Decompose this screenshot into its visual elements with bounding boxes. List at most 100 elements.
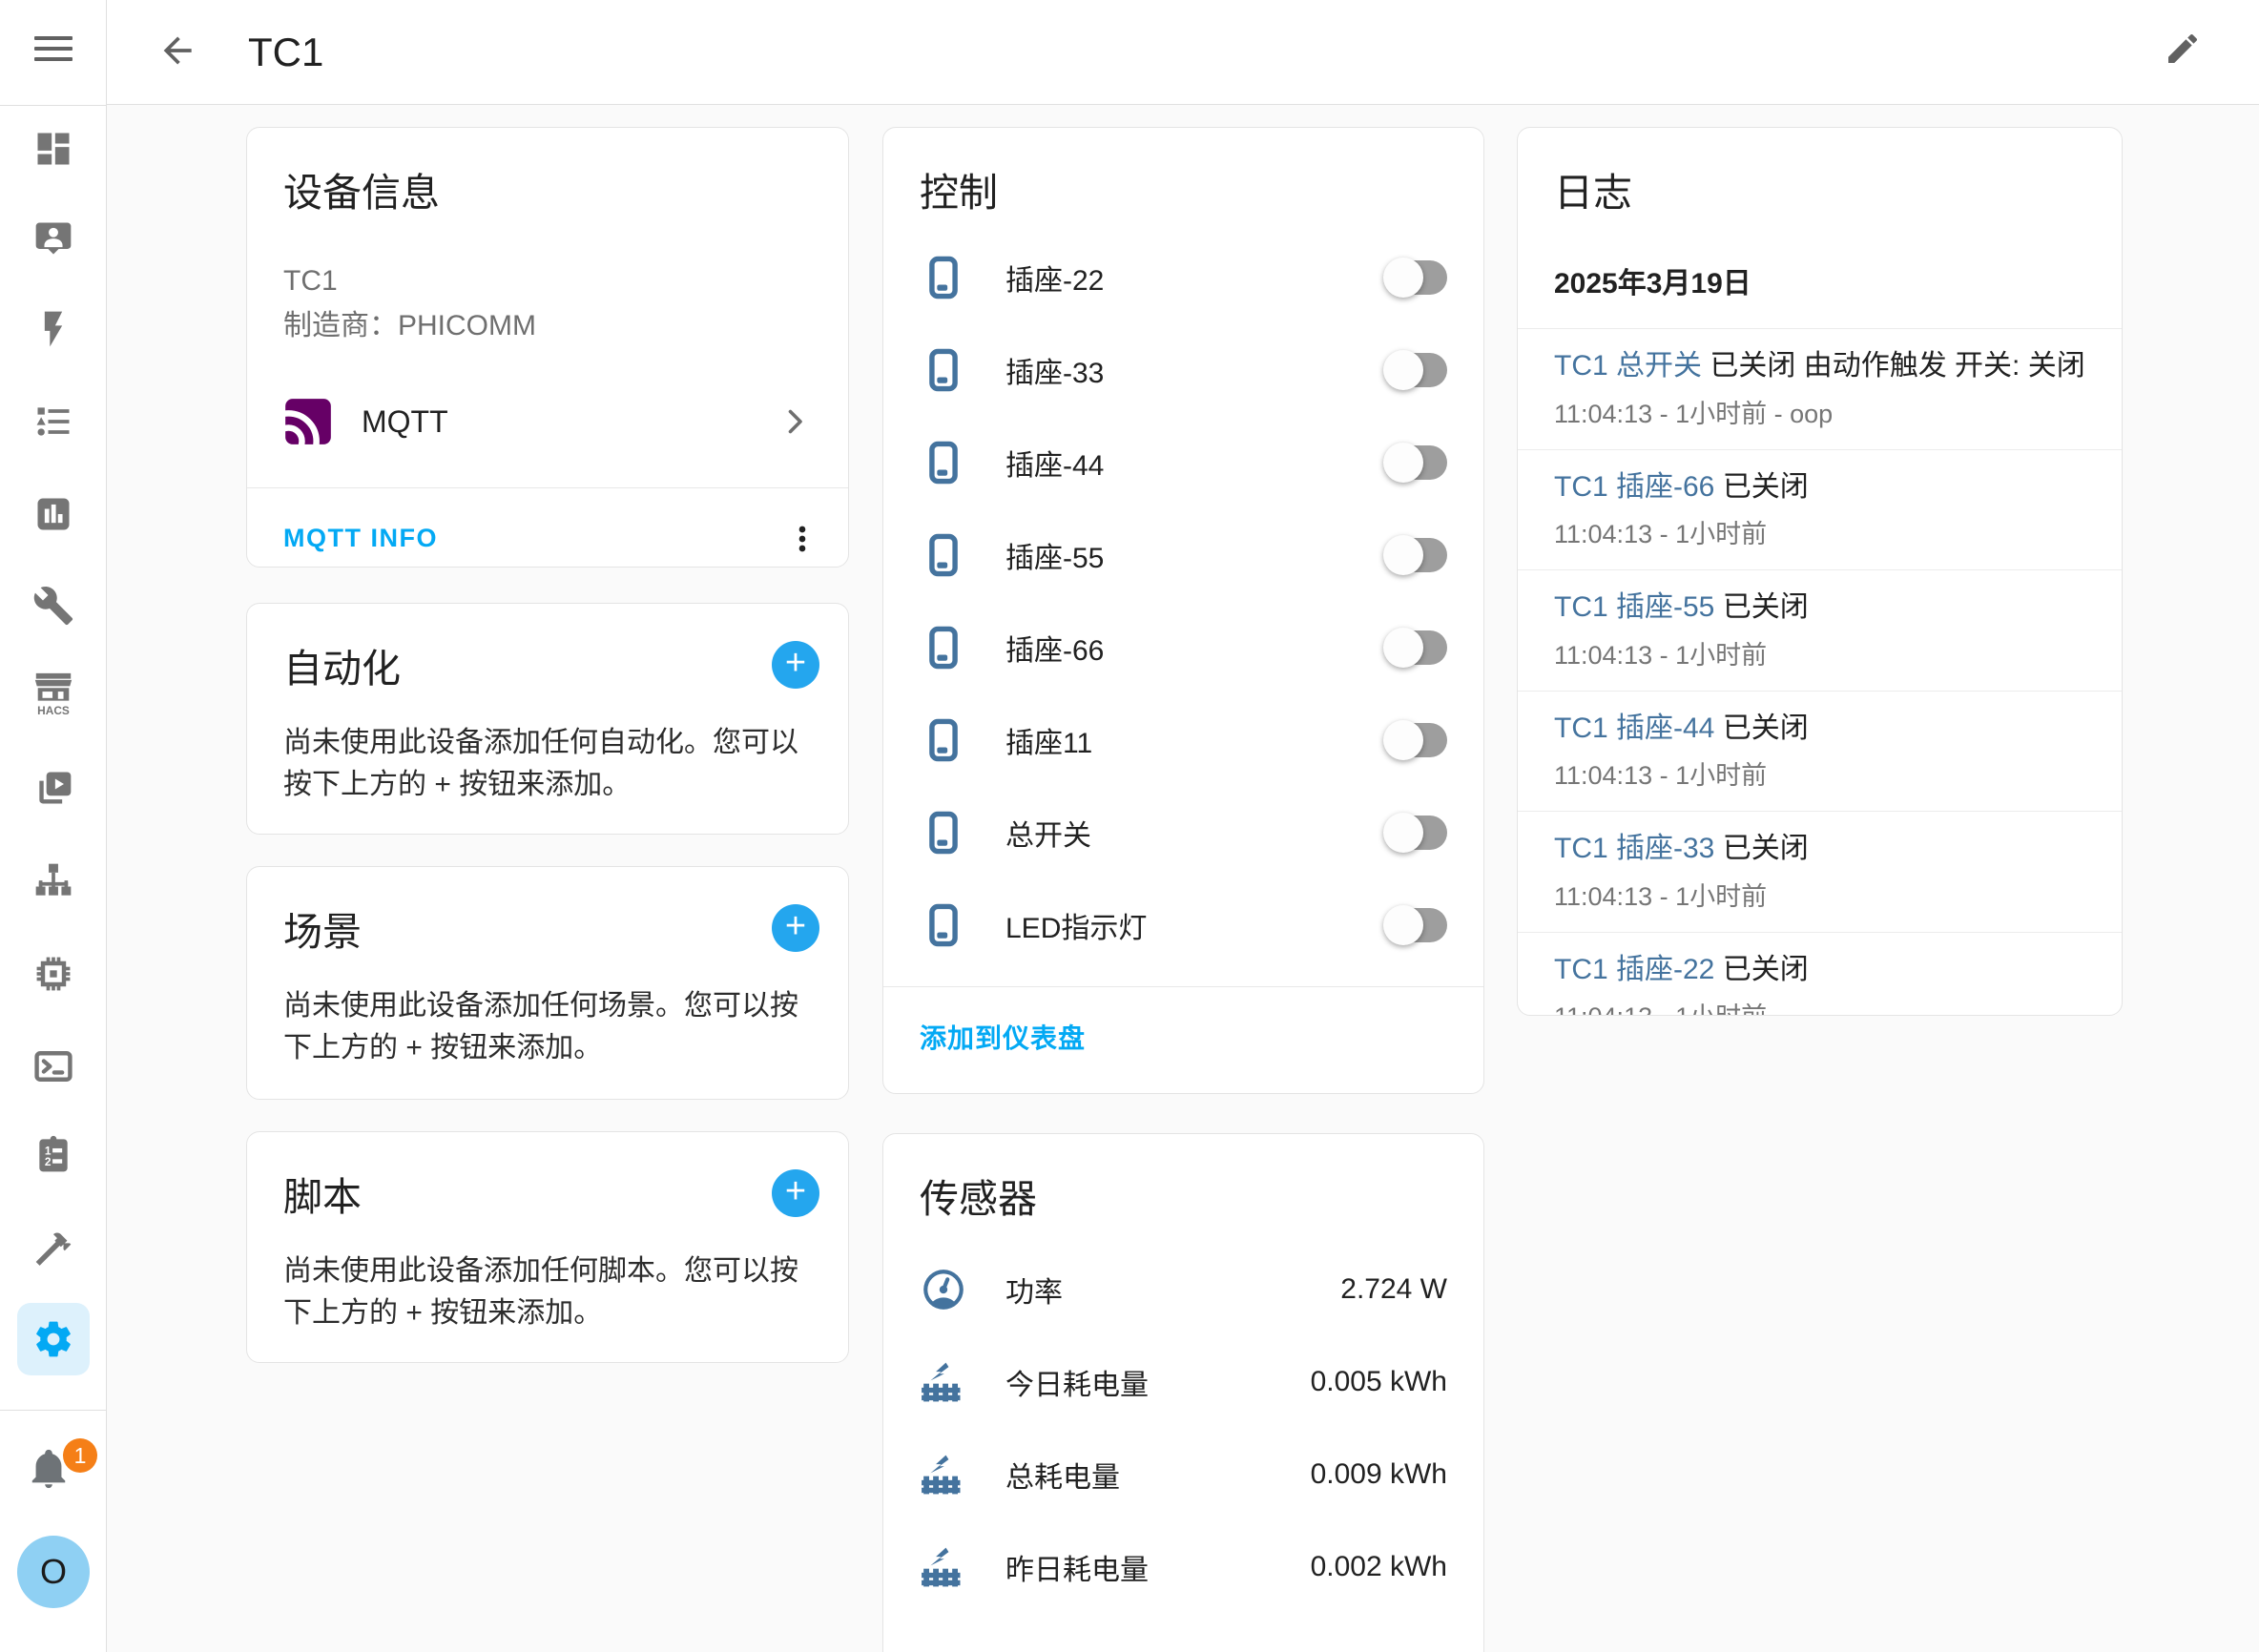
dashboard-icon xyxy=(32,128,74,170)
toggle-switch[interactable] xyxy=(1386,908,1447,942)
electric-meter-icon xyxy=(920,1358,967,1406)
kebab-icon xyxy=(783,520,821,558)
device-manufacturer: 制造商：PHICOMM xyxy=(283,304,812,349)
switch-row: 总开关 xyxy=(883,786,1483,878)
smart-plug-icon xyxy=(920,254,967,301)
add-to-dashboard-button[interactable]: 添加到仪表盘 xyxy=(920,1023,1086,1053)
logbook-entry: TC1 插座-33 已关闭 11:04:13 - 1小时前 xyxy=(1518,811,2122,932)
sensor-value: 0.005 kWh xyxy=(1311,1366,1447,1398)
sensor-value: 0.009 kWh xyxy=(1311,1458,1447,1491)
entity-link[interactable]: TC1 总开关 xyxy=(1554,350,1702,382)
mqtt-logo-icon xyxy=(283,397,333,446)
log-message: 已关闭 xyxy=(1723,712,1809,744)
device-name: TC1 xyxy=(283,259,812,304)
entity-link[interactable]: TC1 插座-55 xyxy=(1554,591,1714,623)
switch-row: 插座-22 xyxy=(883,231,1483,323)
sidebar-item-hacs[interactable]: HACS xyxy=(0,668,107,719)
sensors-list: 功率 2.724 W 今日耗电量 0.005 kWh 总耗电量 0.009 kW… xyxy=(883,1243,1483,1613)
toggle-switch[interactable] xyxy=(1386,260,1447,295)
device-info-card: 设备信息 TC1 制造商：PHICOMM MQTT MQTT INFO xyxy=(246,127,849,568)
logbook-card: 日志 2025年3月19日 TC1 总开关 已关闭 由动作触发 开关: 关闭 1… xyxy=(1517,127,2123,1016)
add-script-button[interactable]: + xyxy=(772,1169,819,1217)
entity-link[interactable]: TC1 插座-44 xyxy=(1554,712,1714,744)
sidebar-item-terminal[interactable] xyxy=(0,1045,107,1087)
sensor-row[interactable]: 今日耗电量 0.005 kWh xyxy=(883,1335,1483,1428)
smart-plug-icon xyxy=(920,531,967,579)
log-time: 11:04:13 - 1小时前 xyxy=(1554,876,2085,913)
smart-plug-icon xyxy=(920,439,967,486)
sensor-row[interactable]: 昨日耗电量 0.002 kWh xyxy=(883,1520,1483,1613)
sidebar-item-dashboard[interactable] xyxy=(0,128,107,170)
entity-link[interactable]: TC1 插座-33 xyxy=(1554,833,1714,864)
toggle-switch[interactable] xyxy=(1386,816,1447,850)
automation-card: 自动化 + 尚未使用此设备添加任何自动化。您可以按下上方的 + 按钮来添加。 xyxy=(246,603,849,835)
add-automation-button[interactable]: + xyxy=(772,641,819,689)
sensor-label: 今日耗电量 xyxy=(1005,1361,1149,1403)
pencil-icon xyxy=(2164,30,2202,68)
entity-link[interactable]: TC1 插座-22 xyxy=(1554,954,1714,985)
chip-icon xyxy=(32,953,74,995)
sensor-value: 0.002 kWh xyxy=(1311,1551,1447,1583)
sensor-label: 功率 xyxy=(1005,1269,1063,1311)
app-header: TC1 xyxy=(107,0,2259,105)
log-message: 已关闭 xyxy=(1723,591,1809,623)
switch-row: 插座-33 xyxy=(883,323,1483,416)
svg-text:HACS: HACS xyxy=(37,704,70,717)
entity-link[interactable]: TC1 插座-66 xyxy=(1554,471,1714,503)
toggle-switch[interactable] xyxy=(1386,723,1447,757)
chevron-right-icon xyxy=(777,404,812,439)
sidebar-item-developer-tools[interactable] xyxy=(0,1228,107,1270)
log-time: 11:04:13 - 1小时前 xyxy=(1554,513,2085,550)
menu-icon[interactable] xyxy=(34,36,73,69)
sidebar-item-settings[interactable] xyxy=(0,1318,107,1360)
controls-list: 插座-22 插座-33 插座-44 插座-55 插座-66 xyxy=(883,231,1483,971)
log-message: 已关闭 xyxy=(1723,954,1809,985)
sidebar-item-esphome[interactable] xyxy=(0,953,107,995)
edit-device-button[interactable] xyxy=(2164,30,2209,75)
hacs-store-icon: HACS xyxy=(31,668,75,719)
sidebar-item-media[interactable] xyxy=(0,767,107,809)
overflow-menu-button[interactable] xyxy=(781,518,823,560)
logbook-list: TC1 总开关 已关闭 由动作触发 开关: 关闭 11:04:13 - 1小时前… xyxy=(1518,328,2122,1016)
sensor-row[interactable]: 功率 2.724 W xyxy=(883,1243,1483,1335)
terminal-icon xyxy=(32,1045,74,1087)
lightning-icon xyxy=(32,308,74,350)
sidebar-item-logbook[interactable] xyxy=(0,401,107,443)
mqtt-info-button[interactable]: MQTT INFO xyxy=(283,524,438,553)
switch-label: LED指示灯 xyxy=(1005,904,1147,946)
smart-plug-icon xyxy=(920,624,967,671)
sidebar-item-history[interactable] xyxy=(0,493,107,535)
sidebar-item-energy[interactable] xyxy=(0,308,107,350)
scene-card: 场景 + 尚未使用此设备添加任何场景。您可以按下上方的 + 按钮来添加。 xyxy=(246,866,849,1100)
script-card: 脚本 + 尚未使用此设备添加任何脚本。您可以按下上方的 + 按钮来添加。 xyxy=(246,1131,849,1363)
chart-box-icon xyxy=(32,493,74,535)
play-box-icon xyxy=(32,767,74,809)
log-time: 11:04:13 - 1小时前 xyxy=(1554,754,2085,792)
switch-row: 插座-44 xyxy=(883,416,1483,508)
automation-empty-text: 尚未使用此设备添加任何自动化。您可以按下上方的 + 按钮来添加。 xyxy=(247,693,848,805)
electric-meter-icon xyxy=(920,1543,967,1591)
add-scene-button[interactable]: + xyxy=(772,904,819,952)
sensor-row[interactable]: 总耗电量 0.009 kWh xyxy=(883,1428,1483,1520)
sensor-value: 2.724 W xyxy=(1340,1273,1447,1306)
logbook-entry: TC1 插座-22 已关闭 11:04:13 - 1小时前 xyxy=(1518,932,2122,1017)
svg-text:2: 2 xyxy=(45,1155,52,1168)
toggle-switch[interactable] xyxy=(1386,538,1447,572)
switch-label: 插座-66 xyxy=(1005,627,1104,669)
sidebar-item-tools[interactable] xyxy=(0,585,107,627)
integration-row-mqtt[interactable]: MQTT xyxy=(283,381,812,463)
switch-row: 插座-55 xyxy=(883,508,1483,601)
user-avatar[interactable]: O xyxy=(17,1536,90,1608)
sidebar-item-todo[interactable]: 1 2 xyxy=(0,1133,107,1175)
sidebar-item-integrations[interactable] xyxy=(0,860,107,902)
toggle-switch[interactable] xyxy=(1386,445,1447,480)
toggle-switch[interactable] xyxy=(1386,630,1447,665)
smart-plug-icon xyxy=(920,901,967,949)
back-button[interactable] xyxy=(156,30,202,75)
toggle-switch[interactable] xyxy=(1386,353,1447,387)
sidebar-item-persons[interactable] xyxy=(0,217,107,259)
notifications-button[interactable]: 1 xyxy=(27,1446,84,1501)
controls-card: 控制 插座-22 插座-33 插座-44 插座-55 xyxy=(882,127,1484,1094)
gear-icon xyxy=(32,1318,74,1360)
switch-row: 插座11 xyxy=(883,693,1483,786)
